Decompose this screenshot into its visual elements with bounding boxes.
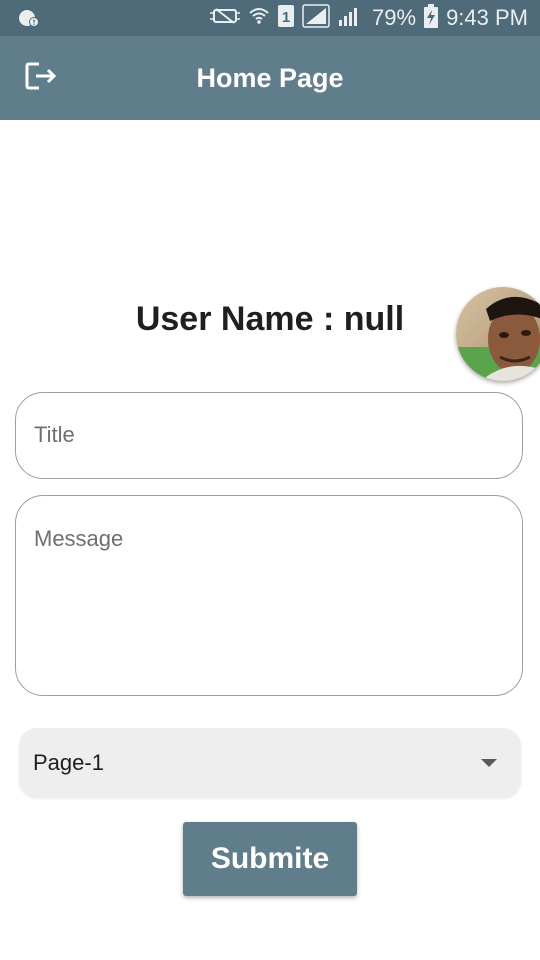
screen: 1 79% 9:43 PM Home Page User Name: null… bbox=[0, 0, 540, 960]
status-icons: 1 79% 9:43 PM bbox=[202, 0, 528, 36]
title-input[interactable] bbox=[16, 393, 522, 477]
notification-icon bbox=[18, 8, 40, 33]
clock: 9:43 PM bbox=[446, 5, 528, 30]
message-input[interactable] bbox=[16, 496, 522, 692]
page-dropdown[interactable]: Page-1 bbox=[19, 728, 521, 798]
sim-icon: 1 bbox=[278, 4, 295, 32]
signal-icon bbox=[338, 5, 360, 32]
avatar[interactable] bbox=[456, 287, 540, 381]
status-bar: 1 79% 9:43 PM bbox=[0, 0, 540, 36]
battery-percent: 79% bbox=[372, 5, 417, 30]
battery-charging-icon bbox=[424, 3, 439, 33]
message-field bbox=[15, 495, 523, 696]
title-field bbox=[15, 392, 523, 479]
submit-button[interactable]: Submite bbox=[183, 822, 357, 896]
wifi-icon bbox=[248, 5, 270, 32]
dropdown-selected-value: Page-1 bbox=[33, 750, 104, 775]
mute-icon bbox=[210, 6, 241, 31]
logout-icon bbox=[25, 61, 59, 96]
signal-icon bbox=[302, 3, 330, 33]
app-bar: Home Page bbox=[0, 36, 540, 120]
dropdown-arrow-icon bbox=[481, 759, 497, 767]
page-title: Home Page bbox=[196, 63, 344, 93]
svg-text:1: 1 bbox=[282, 9, 290, 26]
logout-button[interactable] bbox=[18, 56, 66, 100]
